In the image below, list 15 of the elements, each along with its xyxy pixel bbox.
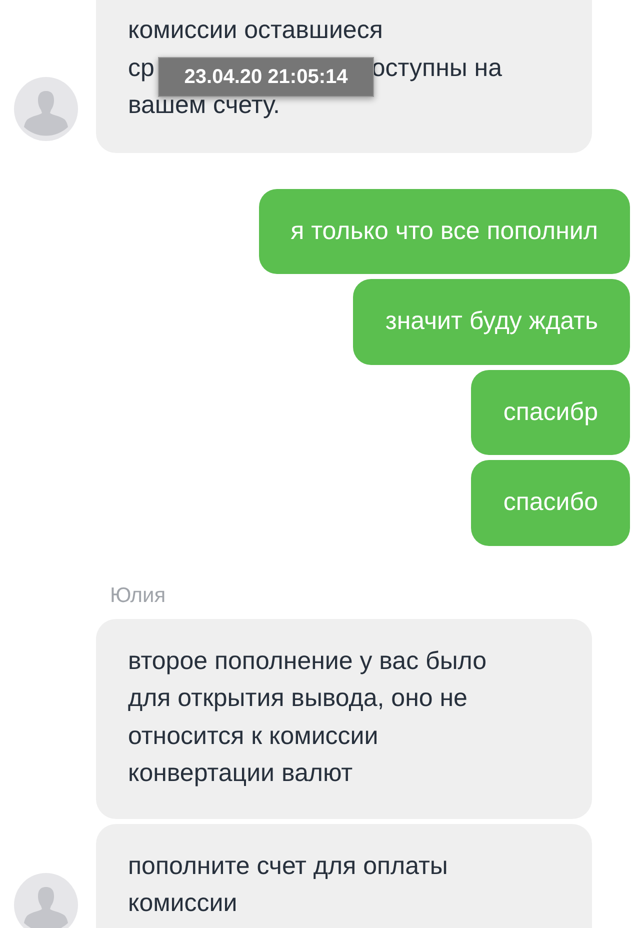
message-text: для открытия вывода, оно не	[128, 684, 468, 712]
sender-name: Юлия	[110, 582, 167, 608]
message-text: комиссии	[128, 889, 238, 917]
message-text: конвертации валют	[128, 759, 353, 787]
message-text: комиссии оставшиеся	[128, 16, 383, 44]
message-text: оступны на	[371, 54, 502, 82]
timestamp-tooltip: 23.04.20 21:05:14	[158, 57, 374, 97]
message-text: ср	[128, 54, 154, 82]
message-bubble: значит буду ждать	[353, 279, 630, 364]
message-bubble: спасибр	[471, 370, 630, 455]
message-bubble: я только что все пополнил	[258, 188, 630, 274]
message-text: второе пополнение у вас было	[128, 646, 487, 674]
message-text: относится к комиссии	[128, 722, 378, 750]
message-bubble: спасибо	[471, 460, 630, 546]
message-text: пополните счет для оплаты	[128, 852, 448, 880]
